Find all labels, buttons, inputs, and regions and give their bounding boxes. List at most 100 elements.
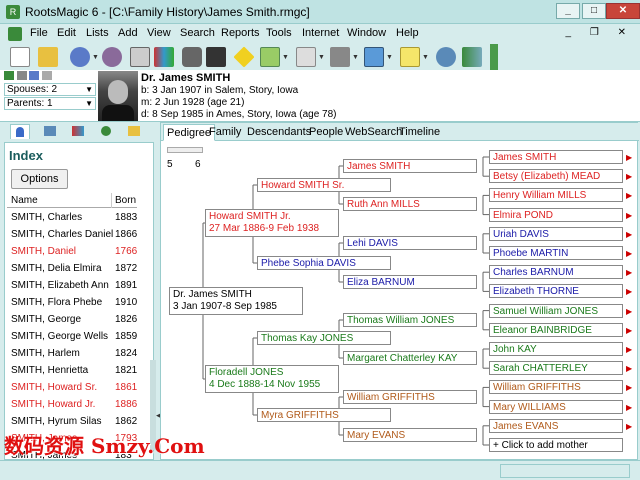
person-name[interactable]: Dr. James SMITH <box>141 72 230 84</box>
gen5-ancestor-box[interactable]: Elizabeth THORNE <box>489 284 623 299</box>
gen5-ancestor-box[interactable]: Betsy (Elizabeth) MEAD <box>489 169 623 184</box>
internet-icon[interactable] <box>364 47 384 67</box>
great-grandparent-box[interactable]: William GRIFFITHS <box>343 390 477 404</box>
books-icon[interactable] <box>154 47 174 67</box>
list-item[interactable]: SMITH, Hyrum Silas 1862 <box>7 413 139 430</box>
expand-arrow-icon[interactable]: ▶ <box>626 383 632 392</box>
parents-dropdown[interactable]: Parents: 1 ▼ <box>4 97 96 110</box>
great-grandparent-box[interactable]: Thomas William JONES <box>343 313 477 327</box>
expand-arrow-icon[interactable]: ▶ <box>626 153 632 162</box>
column-born[interactable]: Born <box>115 195 136 206</box>
grandparent-box[interactable]: Phebe Sophia DAVIS <box>257 256 391 270</box>
print-icon[interactable] <box>130 47 150 67</box>
edit-person-icon[interactable] <box>102 47 122 67</box>
spouses-dropdown[interactable]: Spouses: 2 ▼ <box>4 83 96 96</box>
great-grandparent-box[interactable]: Margaret Chatterley KAY <box>343 351 477 365</box>
gen5-ancestor-box[interactable]: John KAY <box>489 342 623 356</box>
reports-dropdown-icon[interactable]: ▼ <box>282 54 289 61</box>
search-icon[interactable] <box>206 47 226 67</box>
list-item[interactable]: SMITH, George Wells 1859 <box>7 328 139 345</box>
list-item[interactable]: SMITH, Charles Daniel 1866 <box>7 226 139 243</box>
menu-window[interactable]: Window <box>347 27 386 39</box>
great-grandparent-box[interactable]: Mary EVANS <box>343 428 477 442</box>
mdi-window-controls[interactable]: _ ❐ ✕ <box>566 27 634 38</box>
history-tab-icon[interactable] <box>96 124 116 139</box>
families-tab-icon[interactable] <box>40 124 60 139</box>
column-divider[interactable] <box>111 193 112 208</box>
expand-arrow-icon[interactable]: ▶ <box>626 307 632 316</box>
app-menu-icon[interactable] <box>8 27 22 41</box>
menu-add[interactable]: Add <box>118 27 138 39</box>
list-item[interactable]: SMITH, Flora Phebe 1910 <box>7 294 139 311</box>
person-mini-icon[interactable] <box>29 71 40 80</box>
grandparent-box[interactable]: Howard SMITH Sr. <box>257 178 391 192</box>
gen5-ancestor-box[interactable]: Elmira POND <box>489 207 623 222</box>
mother-box[interactable]: Floradell JONES 4 Dec 1888-14 Nov 1955 <box>205 365 339 393</box>
sidebar-toggle-icon[interactable] <box>462 47 482 67</box>
gen5-ancestor-box[interactable]: William GRIFFITHS <box>489 380 623 395</box>
media-mini-icon[interactable] <box>41 71 52 80</box>
menu-reports[interactable]: Reports <box>221 27 260 39</box>
reports-icon[interactable] <box>260 47 280 67</box>
menu-internet[interactable]: Internet <box>302 27 339 39</box>
publish-dropdown-icon[interactable]: ▼ <box>318 54 325 61</box>
signpost-icon[interactable] <box>233 46 255 68</box>
expand-arrow-icon[interactable]: ▶ <box>626 249 632 258</box>
gen5-ancestor-box[interactable]: Phoebe MARTIN <box>489 246 623 260</box>
notes-dropdown-icon[interactable]: ▼ <box>422 54 429 61</box>
gen5-ancestor-box[interactable]: Eleanor BAINBRIDGE <box>489 322 623 337</box>
list-item[interactable]: SMITH, Howard Jr. 1886 <box>7 396 139 413</box>
expand-arrow-icon[interactable]: ▶ <box>626 403 632 412</box>
add-person-dropdown-icon[interactable]: ▼ <box>92 54 99 61</box>
publish-icon[interactable] <box>296 47 316 67</box>
family-mini-icon[interactable] <box>16 71 27 80</box>
menu-help[interactable]: Help <box>396 27 419 39</box>
tools-dropdown-icon[interactable]: ▼ <box>352 54 359 61</box>
expand-arrow-icon[interactable]: ▶ <box>626 422 632 431</box>
menu-edit[interactable]: Edit <box>57 27 76 39</box>
gen5-ancestor-box[interactable]: Henry William MILLS <box>489 188 623 203</box>
expand-arrow-icon[interactable]: ▶ <box>626 172 632 181</box>
list-item[interactable]: SMITH, Henrietta 1821 <box>7 362 139 379</box>
list-item[interactable]: SMITH, Harlem 1824 <box>7 345 139 362</box>
list-item[interactable]: SMITH, Charles 1883 <box>7 209 139 226</box>
gen5-ancestor-box[interactable]: Sarah CHATTERLEY <box>489 361 623 376</box>
grandparent-box[interactable]: Thomas Kay JONES <box>257 331 391 345</box>
list-item[interactable]: SMITH, George 1826 <box>7 311 139 328</box>
great-grandparent-box[interactable]: Lehi DAVIS <box>343 236 477 250</box>
add-mother-box[interactable]: + Click to add mother <box>489 438 623 452</box>
menu-search[interactable]: Search <box>180 27 215 39</box>
notes-icon[interactable] <box>400 47 420 67</box>
internet-dropdown-icon[interactable]: ▼ <box>386 54 393 61</box>
index-tab-icon[interactable] <box>10 124 30 139</box>
father-box[interactable]: Howard SMITH Jr. 27 Mar 1886-9 Feb 1938 <box>205 209 339 237</box>
close-button[interactable]: ✕ <box>606 3 640 19</box>
list-item[interactable]: SMITH, Howard Sr. 1861 <box>7 379 139 396</box>
grandparent-box[interactable]: Myra GRIFFITHS <box>257 408 391 422</box>
binoculars-icon[interactable] <box>182 47 202 67</box>
open-folder-icon[interactable] <box>38 47 58 67</box>
list-item[interactable]: SMITH, Delia Elmira 1872 <box>7 260 139 277</box>
expand-arrow-icon[interactable]: ▶ <box>626 326 632 335</box>
menu-file[interactable]: File <box>30 27 48 39</box>
expand-arrow-icon[interactable]: ▶ <box>626 230 632 239</box>
list-item[interactable]: SMITH, Daniel 1766 <box>7 243 139 260</box>
expand-arrow-icon[interactable]: ▶ <box>626 191 632 200</box>
column-name[interactable]: Name <box>11 195 38 206</box>
minimize-button[interactable]: _ <box>556 3 580 19</box>
tree-icon[interactable] <box>436 47 456 67</box>
options-button[interactable]: Options <box>11 169 68 189</box>
add-person-icon[interactable] <box>70 47 90 67</box>
expand-arrow-icon[interactable]: ▶ <box>626 211 632 220</box>
new-file-icon[interactable] <box>10 47 30 67</box>
menu-tools[interactable]: Tools <box>266 27 292 39</box>
gen5-ancestor-box[interactable]: James SMITH <box>489 150 623 164</box>
gen5-ancestor-box[interactable]: James EVANS <box>489 418 623 433</box>
bookmarks-tab-icon[interactable] <box>68 124 88 139</box>
gen5-ancestor-box[interactable]: Uriah DAVIS <box>489 226 623 241</box>
gen5-ancestor-box[interactable]: Charles BARNUM <box>489 265 623 280</box>
gen5-ancestor-box[interactable]: Samuel William JONES <box>489 303 623 318</box>
toolbar-grip[interactable] <box>490 44 498 70</box>
expand-arrow-icon[interactable]: ▶ <box>626 345 632 354</box>
great-grandparent-box[interactable]: Ruth Ann MILLS <box>343 197 477 211</box>
